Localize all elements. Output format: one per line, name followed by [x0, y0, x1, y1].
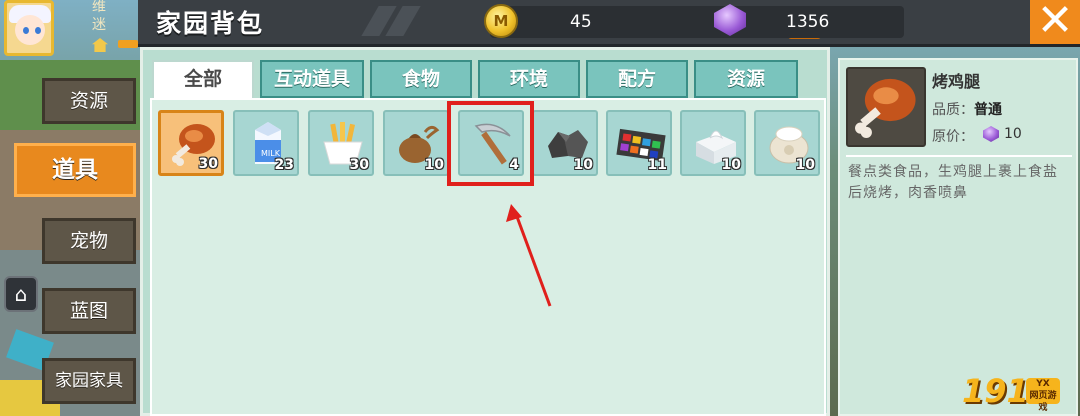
- user-progress-bar: [118, 40, 138, 48]
- detail-price: 原价：: [932, 126, 974, 146]
- tab-environment[interactable]: 环境: [478, 60, 580, 98]
- item-count: 30: [349, 157, 369, 173]
- detail-item-icon: [846, 67, 926, 147]
- item-slot[interactable]: 10: [680, 110, 746, 176]
- item-slot[interactable]: 10: [383, 110, 449, 176]
- roast-chicken-leg-icon: [855, 78, 916, 138]
- item-count: 11: [647, 157, 667, 173]
- sidebar-item-props[interactable]: 道具: [14, 143, 136, 197]
- price-value: 10: [1004, 126, 1022, 142]
- item-count: 10: [573, 157, 593, 173]
- home-level-icon: [92, 38, 108, 52]
- item-count: 10: [795, 157, 815, 173]
- tab-all[interactable]: 全部: [152, 60, 254, 100]
- avatar[interactable]: [4, 0, 54, 56]
- quality-label: 品质：: [932, 102, 974, 118]
- sidebar-item-resources[interactable]: 资源: [42, 78, 136, 124]
- highlight-box: [447, 101, 534, 186]
- divider: [846, 155, 1072, 157]
- item-slot[interactable]: 10: [754, 110, 820, 176]
- detail-description: 餐点类食品，生鸡腿上裹上食盐后烧烤，肉香喷鼻: [848, 164, 1058, 201]
- user-subtitle: 迷: [92, 17, 106, 33]
- tab-food[interactable]: 食物: [370, 60, 472, 98]
- item-slot[interactable]: MILK 23: [233, 110, 299, 176]
- sidebar-item-pets[interactable]: 宠物: [42, 218, 136, 264]
- tab-resources[interactable]: 资源: [694, 60, 798, 98]
- item-count: 10: [721, 157, 741, 173]
- price-label: 原价：: [932, 129, 974, 145]
- page-title: 家园背包: [156, 9, 265, 38]
- item-count: 10: [424, 157, 444, 173]
- item-slot[interactable]: 30: [158, 110, 224, 176]
- tab-recipes[interactable]: 配方: [586, 60, 688, 98]
- watermark-badge: YX 网页游戏: [1026, 378, 1060, 413]
- detail-item-name: 烤鸡腿: [932, 72, 981, 91]
- gem-value: 1356: [786, 12, 830, 32]
- coin-icon: M: [484, 4, 518, 38]
- watermark-badge-top: YX: [1036, 379, 1050, 389]
- watermark-badge-bottom: 网页游戏: [1029, 391, 1057, 413]
- item-count: 30: [198, 156, 218, 172]
- detail-quality: 品质：普通: [932, 99, 1002, 119]
- sidebar-item-furniture[interactable]: 家园家具: [42, 358, 136, 404]
- home-button[interactable]: ⌂: [4, 276, 38, 312]
- item-slot[interactable]: 11: [606, 110, 672, 176]
- avatar-eye: [23, 27, 29, 34]
- top-bar: 家园背包 M 45 + 1356 ✕: [138, 0, 1080, 47]
- avatar-eye: [35, 27, 41, 34]
- tab-interactive-items[interactable]: 互动道具: [260, 60, 364, 98]
- sidebar-item-blueprints[interactable]: 蓝图: [42, 288, 136, 334]
- close-button[interactable]: ✕: [1030, 0, 1080, 44]
- item-slot[interactable]: 10: [532, 110, 598, 176]
- coin-value: 45: [570, 12, 592, 32]
- item-slot[interactable]: 30: [308, 110, 374, 176]
- item-count: 23: [274, 157, 294, 173]
- quality-value: 普通: [974, 102, 1002, 118]
